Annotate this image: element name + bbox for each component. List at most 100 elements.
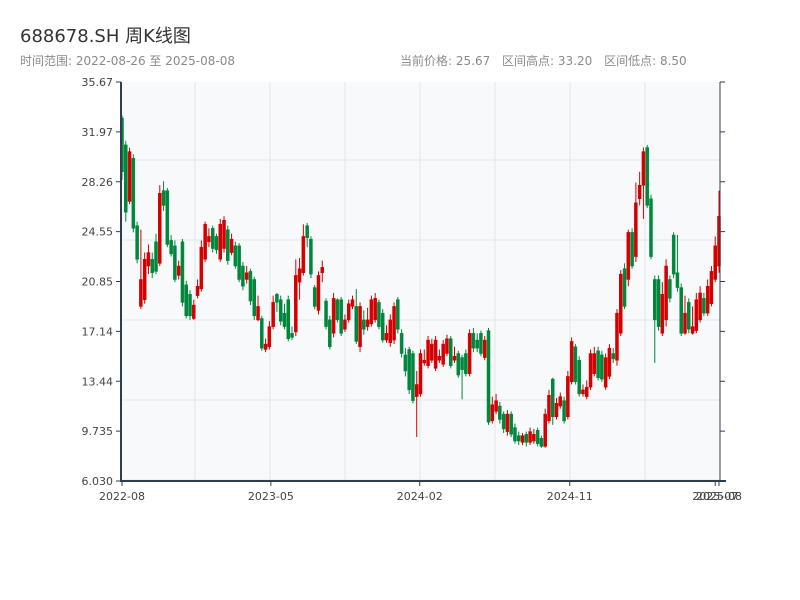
candle-down xyxy=(354,306,359,342)
candle-down xyxy=(687,302,691,330)
candle-down xyxy=(324,300,328,327)
candle-down xyxy=(611,353,615,360)
candle-up xyxy=(490,404,495,422)
y-tick-label: 13.44 xyxy=(82,375,114,388)
candle-down xyxy=(675,272,680,288)
candle-up xyxy=(222,220,226,249)
candle-down xyxy=(124,144,128,213)
candle-down xyxy=(184,284,188,317)
candle-down xyxy=(131,158,136,229)
candle-up xyxy=(316,275,321,311)
candle-down xyxy=(362,319,366,330)
candle-down xyxy=(377,302,381,327)
y-tick-label: 9.735 xyxy=(82,425,114,438)
candle-down xyxy=(260,318,264,349)
candle-up xyxy=(505,413,510,432)
candle-down xyxy=(516,435,521,442)
candle-up xyxy=(384,333,389,341)
candle-down xyxy=(150,259,154,273)
candle-up xyxy=(203,224,207,260)
candle-up xyxy=(482,339,487,358)
candle-up xyxy=(566,376,570,418)
candle-up xyxy=(346,303,351,321)
candle-down xyxy=(154,241,158,272)
candle-down xyxy=(645,147,649,206)
candle-up xyxy=(414,384,419,397)
candle-down xyxy=(668,279,672,299)
candle-down xyxy=(180,241,185,303)
candle-down xyxy=(403,354,408,372)
candle-up xyxy=(619,273,623,334)
candle-down xyxy=(233,245,238,267)
candle-up xyxy=(441,343,445,365)
candle-up xyxy=(256,306,260,321)
candle-up xyxy=(320,267,325,274)
x-tick-label: 2022-08 xyxy=(99,490,145,503)
candle-down xyxy=(135,225,139,260)
candle-up xyxy=(294,275,298,333)
candle-down xyxy=(380,312,385,341)
candle-up xyxy=(585,386,589,397)
candlestick-chart: 6.030 9.735 13.44 17.14 20.85 24.55 28.26 31.97… xyxy=(82,76,742,503)
candle-down xyxy=(573,346,578,383)
candle-up xyxy=(569,341,574,383)
candle-down xyxy=(456,353,461,376)
candle-up xyxy=(139,279,143,307)
candle-up xyxy=(301,236,306,273)
candle-up xyxy=(158,193,162,264)
candle-down xyxy=(169,240,173,255)
candle-up xyxy=(698,292,702,321)
y-tick-label: 6.030 xyxy=(82,475,114,488)
candle-down xyxy=(513,427,517,442)
candle-up xyxy=(267,326,272,348)
candle-up xyxy=(694,299,699,331)
candle-down xyxy=(339,299,343,334)
candle-up xyxy=(660,294,665,334)
candle-up xyxy=(713,245,717,280)
candle-up xyxy=(494,400,498,412)
candle-down xyxy=(328,319,332,348)
candle-down xyxy=(649,198,653,257)
candle-up xyxy=(452,355,457,361)
candle-down xyxy=(237,245,241,280)
candle-down xyxy=(653,279,657,321)
candle-down xyxy=(479,333,483,354)
candle-down xyxy=(396,299,400,330)
candle-up xyxy=(244,272,249,280)
candle-down xyxy=(286,299,291,339)
candle-up xyxy=(271,302,275,327)
candle-down xyxy=(290,333,294,338)
candle-up xyxy=(637,185,642,199)
y-tick-label: 35.67 xyxy=(82,76,114,89)
candle-down xyxy=(335,299,340,321)
candle-down xyxy=(475,339,479,349)
candle-down xyxy=(173,245,177,280)
x-tick-label: 2024-02 xyxy=(397,490,443,503)
candle-down xyxy=(596,350,600,379)
candle-up xyxy=(350,299,355,307)
candle-up xyxy=(603,357,608,388)
candle-up xyxy=(543,413,547,447)
candle-up xyxy=(392,306,396,341)
candle-up xyxy=(709,271,714,304)
candle-down xyxy=(464,353,468,374)
candle-up xyxy=(588,353,593,388)
candle-down xyxy=(241,265,245,287)
candle-up xyxy=(554,403,559,418)
candle-down xyxy=(282,312,287,327)
candle-down xyxy=(165,190,170,245)
candle-up xyxy=(467,333,472,374)
candle-down xyxy=(600,354,604,380)
candle-down xyxy=(226,229,230,261)
candle-up xyxy=(433,339,438,369)
candle-down xyxy=(577,360,581,395)
candle-up xyxy=(365,319,370,327)
candle-up xyxy=(528,431,532,443)
candle-down xyxy=(486,330,491,423)
candle-down xyxy=(501,413,506,430)
candle-down xyxy=(679,287,683,334)
candle-up xyxy=(369,299,374,325)
candle-up xyxy=(641,151,646,186)
candle-up xyxy=(218,224,222,260)
candle-down xyxy=(411,353,415,401)
